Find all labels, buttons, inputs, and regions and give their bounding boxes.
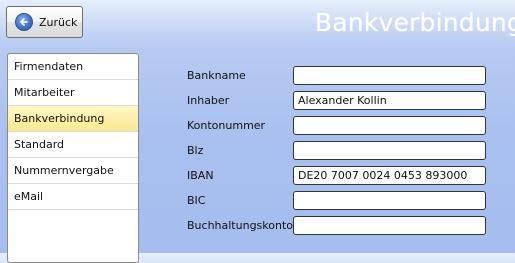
kontonummer-label: Kontonummer bbox=[187, 119, 266, 132]
sidebar-item-firmendaten[interactable]: Firmendaten bbox=[8, 54, 138, 80]
iban-field[interactable]: DE20 7007 0024 0453 893000 bbox=[293, 166, 486, 185]
sidebar-item-bankverbindung[interactable]: Bankverbindung bbox=[8, 106, 138, 132]
buchhaltungskonto-field[interactable] bbox=[293, 216, 486, 235]
page-title: Bankverbindung bbox=[314, 8, 515, 37]
form-row-bic: BIC bbox=[187, 191, 487, 211]
form-row-buchhaltungskonto: Buchhaltungskonto bbox=[187, 216, 487, 236]
iban-label: IBAN bbox=[187, 169, 214, 182]
bic-label: BIC bbox=[187, 194, 206, 207]
form-row-kontonummer: Kontonummer bbox=[187, 116, 487, 136]
back-button[interactable]: Zurück bbox=[6, 6, 83, 38]
bic-field[interactable] bbox=[293, 191, 486, 210]
bankname-label: Bankname bbox=[187, 69, 246, 82]
form-row-iban: IBAN DE20 7007 0024 0453 893000 bbox=[187, 166, 487, 186]
sidebar: Firmendaten Mitarbeiter Bankverbindung S… bbox=[7, 53, 139, 263]
buchhaltungskonto-label: Buchhaltungskonto bbox=[187, 219, 293, 232]
form-row-blz: Blz bbox=[187, 141, 487, 161]
kontonummer-field[interactable] bbox=[293, 116, 486, 135]
form-row-bankname: Bankname bbox=[187, 66, 487, 86]
back-button-label: Zurück bbox=[39, 15, 78, 29]
inhaber-field[interactable]: Alexander Kollin bbox=[293, 91, 486, 110]
sidebar-item-email[interactable]: eMail bbox=[8, 184, 138, 210]
form-row-inhaber: Inhaber Alexander Kollin bbox=[187, 91, 487, 111]
sidebar-item-standard[interactable]: Standard bbox=[8, 132, 138, 158]
inhaber-label: Inhaber bbox=[187, 94, 230, 107]
blz-field[interactable] bbox=[293, 141, 486, 160]
bankname-field[interactable] bbox=[293, 66, 486, 85]
sidebar-item-mitarbeiter[interactable]: Mitarbeiter bbox=[8, 80, 138, 106]
blz-label: Blz bbox=[187, 144, 204, 157]
arrow-left-circle-icon bbox=[15, 13, 33, 31]
sidebar-item-nummernvergabe[interactable]: Nummernvergabe bbox=[8, 158, 138, 184]
